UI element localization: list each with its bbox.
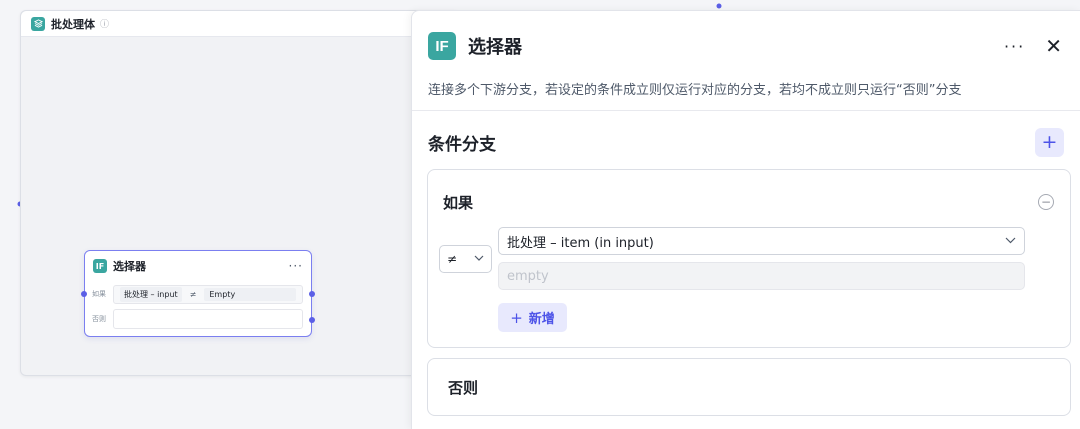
node-config-panel: IF 选择器 ··· ✕ 连接多个下游分支，若设定的条件成立则仅运行对应的分支，… bbox=[411, 10, 1080, 429]
else-branch-label: 否则 bbox=[448, 378, 479, 397]
panel-header: IF 选择器 ··· ✕ 连接多个下游分支，若设定的条件成立则仅运行对应的分支，… bbox=[412, 11, 1080, 111]
branch-section-header: 条件分支 + bbox=[412, 111, 1080, 173]
variable-select[interactable]: 批处理 – item (in input) bbox=[498, 227, 1025, 255]
plus-icon: + bbox=[510, 308, 523, 327]
node-if-row: 如果 批处理 – input ≠ Empty bbox=[85, 283, 311, 305]
panel-title: 选择器 bbox=[468, 37, 522, 58]
chevron-down-icon bbox=[474, 254, 484, 264]
batch-title: 批处理体 bbox=[51, 17, 95, 31]
if-icon: IF bbox=[428, 32, 456, 60]
operator-value: ≠ bbox=[447, 252, 458, 266]
node-if-label: 如果 bbox=[92, 290, 106, 298]
panel-description: 连接多个下游分支，若设定的条件成立则仅运行对应的分支，若均不成立则只运行“否则”… bbox=[428, 83, 962, 98]
value-input[interactable] bbox=[498, 262, 1025, 290]
more-icon[interactable]: ··· bbox=[1004, 37, 1025, 56]
node-header: IF 选择器 ··· bbox=[85, 251, 311, 281]
info-icon[interactable]: ⓘ bbox=[100, 17, 109, 30]
node-condition[interactable]: 批处理 – input ≠ Empty bbox=[113, 284, 303, 304]
node-else-output-port[interactable] bbox=[309, 317, 315, 323]
close-icon[interactable]: ✕ bbox=[1045, 34, 1062, 58]
else-branch-card: 否则 bbox=[427, 358, 1071, 416]
selector-node[interactable]: IF 选择器 ··· 如果 批处理 – input ≠ Empty 否则 bbox=[84, 250, 312, 337]
operator-select[interactable]: ≠ bbox=[439, 245, 492, 273]
node-condition-right: Empty bbox=[204, 287, 296, 301]
node-if-output-port[interactable] bbox=[309, 291, 315, 297]
more-icon[interactable]: ··· bbox=[289, 259, 303, 273]
node-condition-operator: ≠ bbox=[189, 289, 197, 299]
variable-value: 批处理 – item (in input) bbox=[507, 235, 654, 251]
node-condition-left: 批处理 – input bbox=[120, 286, 182, 302]
remove-branch-icon[interactable]: − bbox=[1038, 194, 1054, 210]
if-branch-label: 如果 bbox=[443, 194, 474, 212]
section-title: 条件分支 bbox=[428, 134, 496, 155]
add-branch-button[interactable]: + bbox=[1035, 127, 1064, 157]
add-condition-label: 新增 bbox=[528, 312, 555, 327]
node-else-box[interactable] bbox=[113, 309, 303, 329]
if-icon: IF bbox=[93, 259, 107, 273]
node-else-row: 否则 bbox=[85, 308, 311, 330]
chevron-down-icon bbox=[1005, 236, 1016, 247]
node-title: 选择器 bbox=[113, 260, 146, 273]
if-branch-card: 如果 − ≠ 批处理 – item (in input) + 新增 bbox=[427, 169, 1071, 348]
node-else-label: 否则 bbox=[92, 315, 106, 323]
add-condition-button[interactable]: + 新增 bbox=[498, 303, 567, 332]
node-input-port[interactable] bbox=[81, 291, 87, 297]
batch-header: 批处理体 ⓘ bbox=[21, 11, 459, 37]
batch-layers-icon bbox=[31, 16, 45, 31]
